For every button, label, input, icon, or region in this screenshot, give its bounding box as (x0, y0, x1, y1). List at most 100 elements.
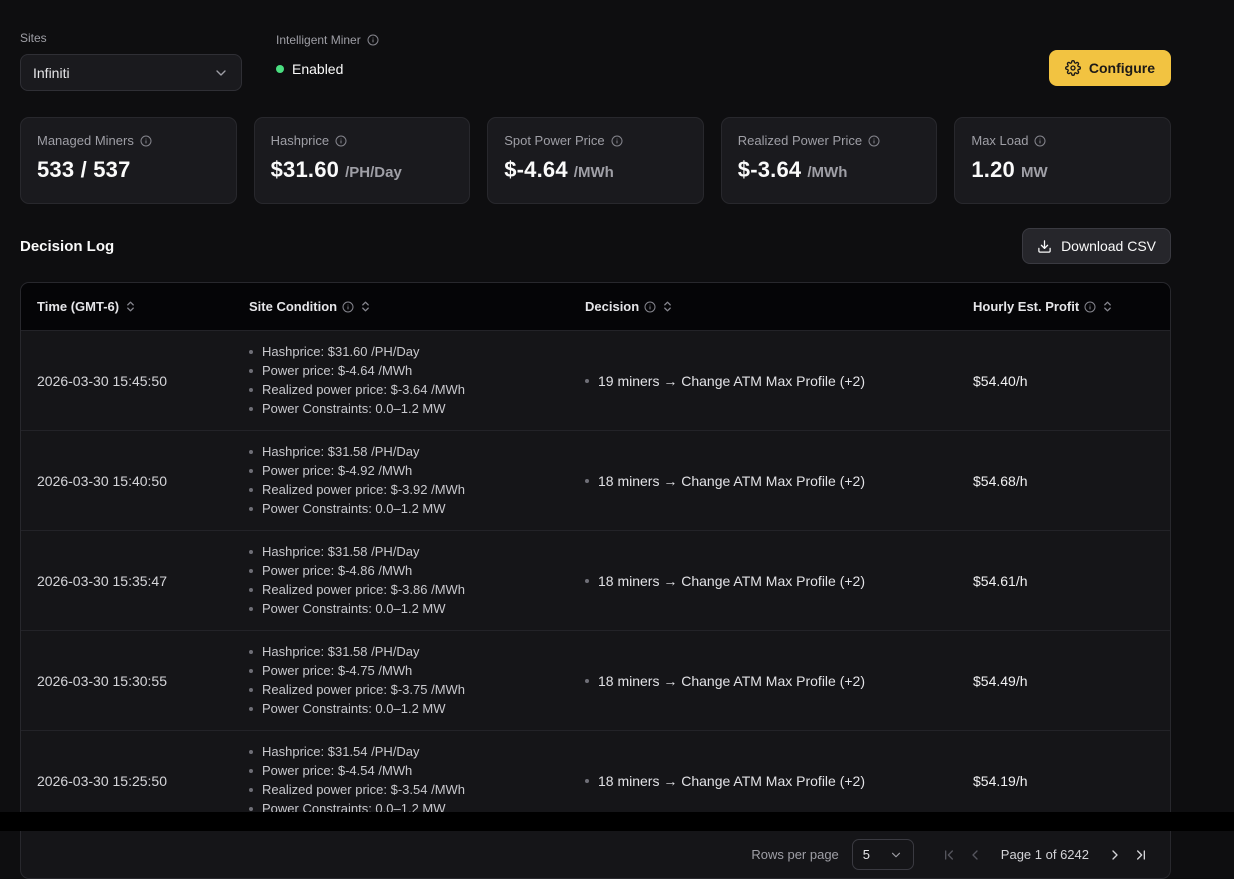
stat-label: Managed Miners (37, 133, 134, 148)
condition-text: Power price: $-4.64 /MWh (262, 363, 412, 379)
info-icon[interactable] (611, 135, 623, 147)
condition-line: Realized power price: $-3.92 /MWh (249, 482, 585, 498)
condition-text: Realized power price: $-3.54 /MWh (262, 782, 465, 798)
condition-line: Power price: $-4.86 /MWh (249, 563, 585, 579)
configure-button[interactable]: Configure (1049, 50, 1171, 86)
condition-line: Power Constraints: 0.0–1.2 MW (249, 701, 585, 717)
bullet-icon (249, 469, 253, 473)
cell-decision: 19 miners → Change ATM Max Profile (+2) (585, 373, 973, 389)
bullet-icon (249, 488, 253, 492)
condition-line: Power price: $-4.54 /MWh (249, 763, 585, 779)
condition-text: Power price: $-4.92 /MWh (262, 463, 412, 479)
chevron-left-icon (967, 847, 983, 863)
rows-per-page-label: Rows per page (751, 847, 838, 862)
sort-icon[interactable] (661, 300, 674, 313)
stat-label: Max Load (971, 133, 1028, 148)
configure-label: Configure (1089, 60, 1155, 76)
condition-text: Power price: $-4.86 /MWh (262, 563, 412, 579)
stat-label-row: Realized Power Price (738, 133, 921, 148)
condition-line: Power Constraints: 0.0–1.2 MW (249, 501, 585, 517)
sort-icon[interactable] (359, 300, 372, 313)
stat-label-row: Max Load (971, 133, 1154, 148)
rows-per-page-value: 5 (863, 847, 870, 862)
chevron-right-icon (1107, 847, 1123, 863)
col-header-site-condition[interactable]: Site Condition (249, 299, 585, 314)
bullet-icon (249, 369, 253, 373)
download-csv-button[interactable]: Download CSV (1022, 228, 1171, 264)
rows-per-page-select[interactable]: 5 (852, 839, 914, 870)
col-header-label: Hourly Est. Profit (973, 299, 1079, 314)
download-csv-label: Download CSV (1061, 238, 1156, 254)
condition-line: Realized power price: $-3.86 /MWh (249, 582, 585, 598)
bullet-icon (249, 607, 253, 611)
cell-site-condition: Hashprice: $31.54 /PH/Day Power price: $… (249, 744, 585, 817)
stat-label: Realized Power Price (738, 133, 862, 148)
col-header-time[interactable]: Time (GMT-6) (37, 299, 249, 314)
last-page-button[interactable] (1128, 842, 1154, 868)
stat-value: $31.60 (271, 157, 340, 183)
info-icon[interactable] (335, 135, 347, 147)
stat-card-realized-power-price: Realized Power Price $-3.64 /MWh (721, 117, 938, 204)
chevron-last-icon (1133, 847, 1149, 863)
info-icon[interactable] (140, 135, 152, 147)
col-header-decision[interactable]: Decision (585, 299, 973, 314)
chevron-first-icon (941, 847, 957, 863)
bottom-bar (0, 812, 1234, 831)
bullet-icon (249, 388, 253, 392)
bullet-icon (585, 679, 589, 683)
stat-label: Hashprice (271, 133, 330, 148)
condition-text: Hashprice: $31.58 /PH/Day (262, 444, 420, 460)
table-row: 2026-03-30 15:35:47 Hashprice: $31.58 /P… (21, 530, 1170, 630)
info-icon[interactable] (1084, 301, 1096, 313)
condition-line: Realized power price: $-3.75 /MWh (249, 682, 585, 698)
condition-line: Hashprice: $31.54 /PH/Day (249, 744, 585, 760)
intelligent-miner-block: Intelligent Miner Enabled (276, 31, 379, 77)
bullet-icon (585, 479, 589, 483)
info-icon[interactable] (1034, 135, 1046, 147)
condition-line: Realized power price: $-3.54 /MWh (249, 782, 585, 798)
decision-text: 19 miners → Change ATM Max Profile (+2) (598, 373, 865, 389)
bullet-icon (249, 350, 253, 354)
sort-icon[interactable] (1101, 300, 1114, 313)
condition-text: Hashprice: $31.58 /PH/Day (262, 544, 420, 560)
cell-decision: 18 miners → Change ATM Max Profile (+2) (585, 673, 973, 689)
sort-icon[interactable] (124, 300, 137, 313)
condition-line: Power price: $-4.75 /MWh (249, 663, 585, 679)
stat-value-row: $-3.64 /MWh (738, 157, 921, 183)
chevron-down-icon (213, 65, 229, 81)
status-row: Enabled (276, 61, 379, 77)
info-icon[interactable] (644, 301, 656, 313)
cell-profit: $54.40/h (973, 373, 1170, 389)
cell-profit: $54.61/h (973, 573, 1170, 589)
stat-unit: /MWh (574, 164, 614, 181)
table-row: 2026-03-30 15:45:50 Hashprice: $31.60 /P… (21, 330, 1170, 430)
first-page-button[interactable] (936, 842, 962, 868)
condition-text: Hashprice: $31.54 /PH/Day (262, 744, 420, 760)
gear-icon (1065, 60, 1081, 76)
info-icon[interactable] (367, 34, 379, 46)
bullet-icon (249, 788, 253, 792)
stat-value-row: 1.20 MW (971, 157, 1154, 183)
bullet-icon (249, 707, 253, 711)
bullet-icon (585, 579, 589, 583)
page-title: Decision Log (20, 238, 114, 255)
stat-card-max-load: Max Load 1.20 MW (954, 117, 1171, 204)
site-select[interactable]: Infiniti (20, 54, 242, 91)
col-header-label: Site Condition (249, 299, 337, 314)
prev-page-button[interactable] (962, 842, 988, 868)
info-icon[interactable] (868, 135, 880, 147)
status-text: Enabled (292, 61, 343, 77)
condition-text: Power Constraints: 0.0–1.2 MW (262, 501, 446, 517)
decision-log-header: Decision Log Download CSV (20, 228, 1171, 264)
stat-unit: MW (1021, 164, 1048, 181)
condition-text: Power Constraints: 0.0–1.2 MW (262, 401, 446, 417)
cell-decision: 18 miners → Change ATM Max Profile (+2) (585, 573, 973, 589)
info-icon[interactable] (342, 301, 354, 313)
col-header-label: Time (GMT-6) (37, 299, 119, 314)
col-header-hourly-est-profit[interactable]: Hourly Est. Profit (973, 299, 1170, 314)
stat-value-row: $31.60 /PH/Day (271, 157, 454, 183)
next-page-button[interactable] (1102, 842, 1128, 868)
stat-value: $-3.64 (738, 157, 802, 183)
table-header-row: Time (GMT-6) Site Condition Decision Hou… (21, 283, 1170, 330)
page-indicator: Page 1 of 6242 (1001, 847, 1089, 862)
